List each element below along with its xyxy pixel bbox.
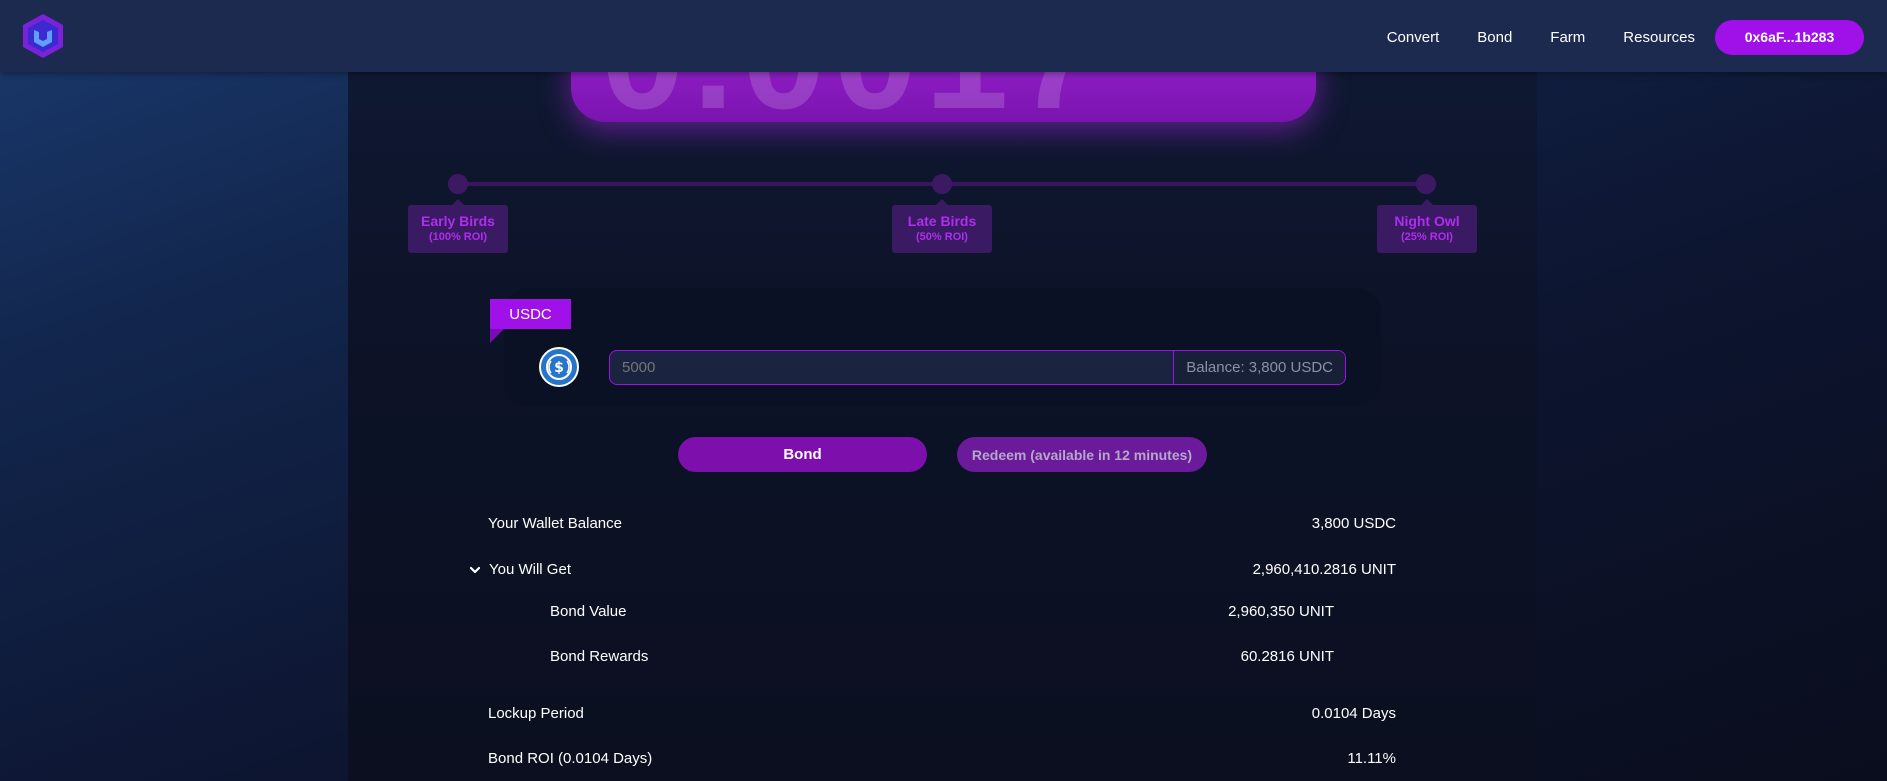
bond-rewards-label: Bond Rewards xyxy=(550,648,649,665)
tier-late-birds: Late Birds (50% ROI) xyxy=(892,199,992,253)
tier-name: Early Birds xyxy=(421,213,495,229)
wallet-address-button[interactable]: 0x6aF...1b283 xyxy=(1715,19,1864,55)
nav-link-resources[interactable]: Resources xyxy=(1623,29,1695,46)
bond-roi-label: Bond ROI (0.0104 Days) xyxy=(488,750,653,767)
tier-name: Night Owl xyxy=(1394,213,1460,229)
wallet-balance-label: Your Wallet Balance xyxy=(488,515,622,532)
timeline-dot-late-birds xyxy=(932,174,952,194)
bond-button[interactable]: Bond xyxy=(678,437,927,472)
bond-value-amount: 2,960,350 UNIT xyxy=(1228,603,1334,620)
tier-roi: (25% ROI) xyxy=(1401,231,1453,243)
bond-input-card xyxy=(504,288,1381,406)
tier-roi: (50% ROI) xyxy=(916,231,968,243)
amount-input-group: Balance: 3,800 USDC xyxy=(609,350,1346,385)
usdc-coin-icon: $ xyxy=(539,347,579,387)
chevron-down-icon[interactable] xyxy=(469,564,481,576)
bond-value-label: Bond Value xyxy=(550,603,627,620)
balance-display: Balance: 3,800 USDC xyxy=(1173,351,1345,384)
you-will-get-value: 2,960,410.2816 UNIT xyxy=(1252,561,1396,578)
tier-early-birds: Early Birds (100% ROI) xyxy=(408,199,508,253)
bond-rewards-amount: 60.2816 UNIT xyxy=(1240,648,1334,665)
you-will-get-label[interactable]: You Will Get xyxy=(489,561,571,578)
top-navigation-bar: Convert Bond Farm Resources 0x6aF...1b28… xyxy=(0,0,1887,72)
svg-text:$: $ xyxy=(554,360,564,376)
token-label-tab: USDC xyxy=(490,299,571,329)
nav-link-bond[interactable]: Bond xyxy=(1477,29,1512,46)
tier-night-owl: Night Owl (25% ROI) xyxy=(1377,199,1477,253)
token-tab-tail xyxy=(490,329,504,343)
lockup-period-label: Lockup Period xyxy=(488,705,584,722)
timeline-dot-early-birds xyxy=(448,174,468,194)
nav-link-convert[interactable]: Convert xyxy=(1387,29,1440,46)
nav-menu: Convert Bond Farm Resources 0x6aF...1b28… xyxy=(1387,19,1864,55)
wallet-balance-value: 3,800 USDC xyxy=(1311,515,1396,532)
nav-link-farm[interactable]: Farm xyxy=(1550,29,1585,46)
redeem-button[interactable]: Redeem (available in 12 minutes) xyxy=(957,437,1207,472)
timeline-dot-night-owl xyxy=(1416,174,1436,194)
app-logo-icon[interactable] xyxy=(20,12,66,60)
tier-name: Late Birds xyxy=(907,213,977,229)
amount-input[interactable] xyxy=(610,351,1174,384)
bond-roi-value: 11.11% xyxy=(1347,750,1396,767)
lockup-period-value: 0.0104 Days xyxy=(1311,705,1396,722)
tier-roi: (100% ROI) xyxy=(428,231,488,243)
